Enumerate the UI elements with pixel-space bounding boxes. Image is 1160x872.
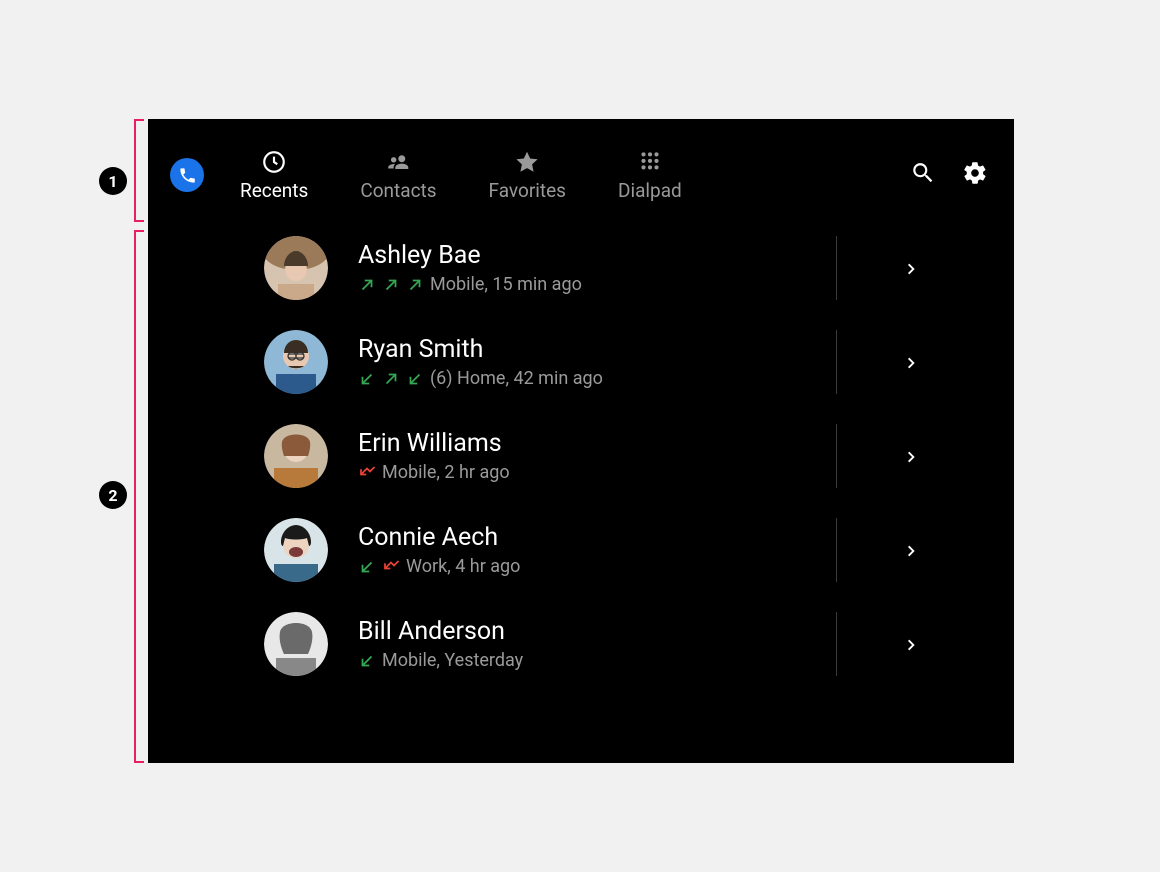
incoming-call-icon — [358, 558, 376, 576]
avatar — [264, 330, 328, 394]
incoming-call-icon — [406, 370, 424, 388]
avatar — [264, 612, 328, 676]
call-detail-button[interactable] — [836, 424, 984, 488]
outgoing-call-icon — [382, 276, 400, 294]
call-subtitle: Work, 4 hr ago — [358, 556, 836, 577]
tab-favorites[interactable]: Favorites — [489, 149, 566, 202]
call-meta: Mobile, 15 min ago — [430, 274, 582, 295]
dialpad-icon — [637, 149, 663, 175]
people-icon — [385, 149, 411, 175]
call-info: Ryan Smith (6) Home, 42 min ago — [358, 335, 836, 389]
call-subtitle: Mobile, 2 hr ago — [358, 462, 836, 483]
chevron-right-icon — [904, 637, 918, 651]
annotation-bracket-1 — [134, 119, 144, 222]
outgoing-call-icon — [406, 276, 424, 294]
call-name: Erin Williams — [358, 429, 836, 458]
call-meta: Mobile, 2 hr ago — [382, 462, 510, 483]
gear-icon — [962, 160, 988, 190]
missed-call-icon — [358, 464, 376, 482]
call-meta: Mobile, Yesterday — [382, 650, 523, 671]
search-icon — [910, 160, 936, 190]
call-subtitle: Mobile, Yesterday — [358, 650, 836, 671]
annotation-badge-1: 1 — [99, 167, 127, 195]
call-info: Erin Williams Mobile, 2 hr ago — [358, 429, 836, 483]
outgoing-call-icon — [358, 276, 376, 294]
call-info: Ashley Bae Mobile, 15 min ago — [358, 241, 836, 295]
call-meta: (6) Home, 42 min ago — [430, 368, 603, 389]
top-bar: Recents Contacts Favorites Dialpad — [148, 129, 1014, 221]
avatar — [264, 518, 328, 582]
call-detail-button[interactable] — [836, 612, 984, 676]
clock-icon — [261, 149, 287, 175]
call-subtitle: Mobile, 15 min ago — [358, 274, 836, 295]
call-meta: Work, 4 hr ago — [406, 556, 520, 577]
call-row[interactable]: Ashley Bae Mobile, 15 min ago — [264, 221, 1014, 315]
call-name: Ryan Smith — [358, 335, 836, 364]
chevron-right-icon — [904, 355, 918, 369]
tab-contacts-label: Contacts — [360, 179, 436, 202]
chevron-right-icon — [904, 449, 918, 463]
call-name: Connie Aech — [358, 523, 836, 552]
call-name: Bill Anderson — [358, 617, 836, 646]
annotation-badge-2: 2 — [99, 481, 127, 509]
call-detail-button[interactable] — [836, 236, 984, 300]
tabs: Recents Contacts Favorites Dialpad — [240, 149, 682, 202]
outgoing-call-icon — [382, 370, 400, 388]
star-icon — [514, 149, 540, 175]
search-button[interactable] — [908, 160, 938, 190]
tab-recents[interactable]: Recents — [240, 149, 308, 202]
tab-dialpad-label: Dialpad — [618, 179, 682, 202]
call-detail-button[interactable] — [836, 518, 984, 582]
tab-favorites-label: Favorites — [489, 179, 566, 202]
annotation-bracket-2 — [134, 230, 144, 763]
avatar — [264, 236, 328, 300]
call-info: Bill Anderson Mobile, Yesterday — [358, 617, 836, 671]
call-name: Ashley Bae — [358, 241, 836, 270]
missed-call-icon — [382, 558, 400, 576]
tab-contacts[interactable]: Contacts — [360, 149, 436, 202]
call-detail-button[interactable] — [836, 330, 984, 394]
phone-app-icon[interactable] — [170, 158, 204, 192]
phone-app-screen: Recents Contacts Favorites Dialpad — [148, 119, 1014, 763]
incoming-call-icon — [358, 370, 376, 388]
chevron-right-icon — [904, 543, 918, 557]
call-row[interactable]: Bill Anderson Mobile, Yesterday — [264, 597, 1014, 691]
incoming-call-icon — [358, 652, 376, 670]
call-subtitle: (6) Home, 42 min ago — [358, 368, 836, 389]
call-row[interactable]: Connie Aech Work, 4 hr ago — [264, 503, 1014, 597]
settings-button[interactable] — [960, 160, 990, 190]
call-row[interactable]: Erin Williams Mobile, 2 hr ago — [264, 409, 1014, 503]
avatar — [264, 424, 328, 488]
call-info: Connie Aech Work, 4 hr ago — [358, 523, 836, 577]
chevron-right-icon — [904, 261, 918, 275]
call-row[interactable]: Ryan Smith (6) Home, 42 min ago — [264, 315, 1014, 409]
call-list: Ashley Bae Mobile, 15 min ago Ryan Smith — [148, 221, 1014, 691]
tab-recents-label: Recents — [240, 179, 308, 202]
tab-dialpad[interactable]: Dialpad — [618, 149, 682, 202]
